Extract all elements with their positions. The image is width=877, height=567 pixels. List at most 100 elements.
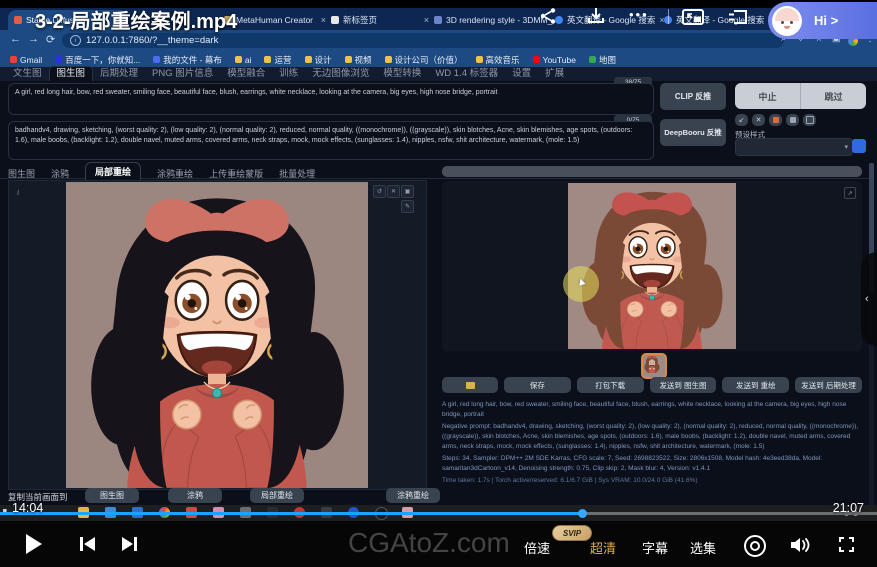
sd-nav-tab[interactable]: PNG 图片信息	[145, 67, 220, 81]
bookmark-item[interactable]: Gmail	[10, 55, 42, 65]
bookmark-item[interactable]: 百度一下，你就知...	[55, 54, 140, 66]
undo-icon[interactable]: ↺	[373, 185, 386, 198]
clip-interrogate-button[interactable]: CLIP 反推	[660, 83, 726, 110]
quality-button[interactable]: 超清	[590, 538, 616, 557]
video-progress-track[interactable]	[0, 512, 877, 515]
previous-episode-button[interactable]	[80, 537, 95, 551]
bookmark-item[interactable]: 我的文件 - 幕布	[153, 54, 222, 66]
apply-style-icon[interactable]	[786, 114, 799, 126]
bookmark-item[interactable]: 地图	[589, 54, 616, 66]
sd-nav-tab[interactable]: 扩展	[538, 67, 571, 81]
tab-img2img[interactable]: 图生图	[8, 167, 35, 180]
bookmark-item[interactable]: ai	[235, 55, 252, 65]
browser-tab-newtab[interactable]: 新标签页 ×	[325, 10, 435, 30]
styles-dropdown[interactable]: ▾	[735, 138, 853, 156]
share-icon[interactable]	[539, 7, 557, 25]
copy-to-sketch-button[interactable]: 涂鸦	[168, 488, 222, 503]
refresh-styles-button[interactable]	[852, 139, 866, 153]
copy-to-inpaint-button[interactable]: 局部重绘	[250, 488, 304, 503]
cast-plug-icon[interactable]	[728, 9, 748, 25]
sd-nav-tab[interactable]: 后期处理	[93, 67, 145, 81]
tab-inpaint-sketch[interactable]: 涂鸦重绘	[157, 167, 193, 180]
bookmark-item[interactable]: 设计	[305, 54, 332, 66]
bookmark-item[interactable]: 运营	[264, 54, 291, 66]
eraser-icon[interactable]: ✕	[387, 185, 400, 198]
tab-label: MetaHuman Creator	[236, 15, 313, 25]
skip-button[interactable]: 跳过	[801, 90, 866, 103]
info-negative: Negative prompt: badhandv4, drawing, ske…	[442, 422, 860, 452]
tab-favicon	[14, 16, 22, 24]
send-to-inpaint-button[interactable]: 发送到 重绘	[722, 377, 789, 393]
progress-fill	[0, 512, 582, 515]
divider	[668, 9, 669, 24]
save-button[interactable]: 保存	[504, 377, 571, 393]
sd-nav-tab[interactable]: 训练	[272, 67, 305, 81]
canvas-info-icon[interactable]: i	[17, 188, 19, 197]
gallery-thumbnail-selected[interactable]	[641, 353, 667, 379]
send-to-img2img-button[interactable]: 发送到 图生图	[650, 377, 717, 393]
positive-prompt-textarea[interactable]: A girl, red long hair, bow, red sweater,…	[8, 83, 654, 115]
tab-inpaint-upload[interactable]: 上传重绘蒙版	[209, 167, 263, 180]
negative-prompt-textarea[interactable]: badhandv4, drawing, sketching, (worst qu…	[8, 121, 654, 160]
tab-sketch[interactable]: 涂鸦	[51, 167, 69, 180]
folder-icon	[466, 382, 475, 389]
sd-nav-tab-active[interactable]: 图生图	[49, 66, 94, 81]
result-gallery[interactable]: ↗ ▲	[442, 181, 862, 351]
interrupt-button[interactable]: 中止	[735, 90, 800, 103]
bookmark-folder-icon	[305, 56, 312, 63]
sd-nav-tab[interactable]: 文生图	[6, 67, 49, 81]
bookmark-folder-icon	[345, 56, 352, 63]
address-bar[interactable]: i 127.0.0.1:7860/?__theme=dark	[62, 33, 784, 48]
forward-icon[interactable]: →	[28, 33, 39, 45]
save-style-icon[interactable]	[803, 114, 816, 126]
side-drawer-handle[interactable]: ‹	[861, 252, 877, 346]
bookmark-item[interactable]: 高效音乐	[476, 54, 520, 66]
sd-nav-tab[interactable]: 设置	[505, 67, 538, 81]
assistant-pill[interactable]: Hi >	[768, 2, 877, 39]
tab-favicon	[331, 16, 339, 24]
sd-nav-tab[interactable]: 模型转换	[376, 67, 428, 81]
download-icon[interactable]	[587, 7, 605, 25]
site-info-icon[interactable]: i	[70, 35, 81, 46]
more-options-icon[interactable]: •••	[629, 7, 649, 22]
subtitle-button[interactable]: 字幕	[642, 538, 668, 557]
open-folder-button[interactable]	[442, 377, 498, 393]
bookmark-item[interactable]: 视频	[345, 54, 372, 66]
sd-nav-tab[interactable]: WD 1.4 标签器	[428, 67, 505, 81]
copy-to-img2img-button[interactable]: 图生图	[85, 488, 139, 503]
deepbooru-interrogate-button[interactable]: DeepBooru 反推	[660, 119, 726, 146]
reload-icon[interactable]: ⟳	[46, 33, 55, 46]
video-player: Stable Diffusion × MetaHuman Creator × 新…	[0, 0, 877, 567]
browser-tab-3d-rendering[interactable]: 3D rendering style - 3DMM_ ×	[428, 10, 556, 30]
result-image-girl	[568, 183, 736, 349]
browser-tab-google-2[interactable]: 英文翻译 - Google 搜索 ×	[658, 10, 780, 30]
progress-thumb[interactable]	[578, 509, 587, 518]
back-icon[interactable]: ←	[10, 33, 21, 45]
sd-nav-tab[interactable]: 模型融合	[220, 67, 272, 81]
clear-prompt-icon[interactable]: ✕	[752, 114, 765, 126]
interrupt-skip-group: 中止 跳过	[735, 83, 866, 109]
copy-to-inpaint-sketch-button[interactable]: 涂鸦重绘	[386, 488, 440, 503]
bookmark-item[interactable]: YouTube	[533, 55, 576, 65]
expand-icon[interactable]: ↗	[844, 187, 856, 199]
video-title: 3-2-局部重绘案例.mp4	[35, 5, 237, 34]
play-button[interactable]	[26, 534, 42, 554]
send-to-extras-button[interactable]: 发送到 后期处理	[795, 377, 862, 393]
sd-nav-tab[interactable]: 无边图像浏览	[305, 67, 376, 81]
bookmark-item[interactable]: 设计公司（价值）	[385, 54, 463, 66]
zip-download-button[interactable]: 打包下载	[577, 377, 644, 393]
screenshot-record-icon[interactable]	[744, 535, 766, 557]
paste-params-icon[interactable]: ↙	[735, 114, 748, 126]
speed-button[interactable]: 倍速	[524, 538, 550, 557]
tab-inpaint-active[interactable]: 局部重绘	[85, 162, 141, 181]
inpaint-canvas-panel[interactable]: i ↺ ✕ ▣ ✎	[8, 180, 427, 490]
fullscreen-icon[interactable]	[839, 537, 854, 552]
next-episode-button[interactable]	[122, 537, 137, 551]
remove-image-icon[interactable]: ▣	[401, 185, 414, 198]
extra-networks-icon[interactable]	[769, 114, 782, 126]
pip-icon[interactable]	[682, 9, 704, 25]
tab-batch[interactable]: 批量处理	[279, 167, 315, 180]
volume-icon[interactable]	[790, 537, 812, 553]
brush-size-icon[interactable]: ✎	[401, 200, 414, 213]
episodes-button[interactable]: 选集	[690, 538, 716, 557]
